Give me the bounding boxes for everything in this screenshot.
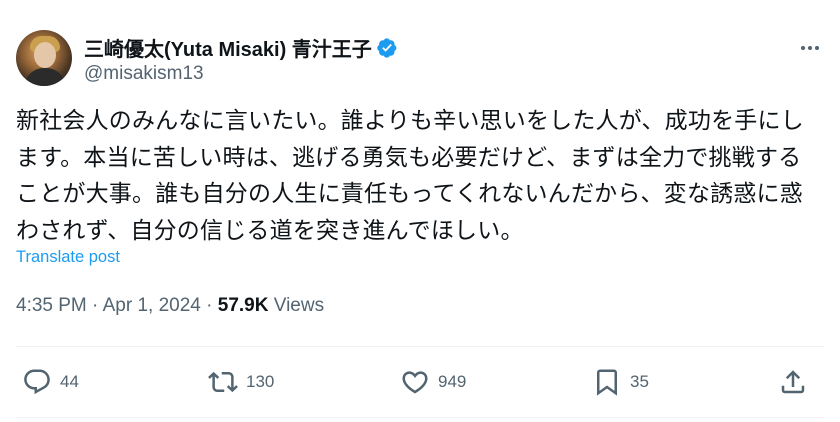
views-label: Views <box>273 295 325 316</box>
action-bar: 44 130 949 35 <box>16 362 824 402</box>
avatar-face <box>34 42 56 68</box>
like-button[interactable]: 949 <box>400 362 466 402</box>
repost-icon <box>208 371 238 393</box>
bookmark-count: 35 <box>630 372 649 391</box>
more-options-icon[interactable] <box>796 34 824 62</box>
divider-bottom <box>16 417 824 418</box>
avatar-body <box>24 68 66 86</box>
reply-button[interactable]: 44 <box>22 362 79 402</box>
tweet-text: 新社会人のみんなに言いたい。誰よりも辛い思いをした人が、成功を手にします。本当に… <box>16 107 804 243</box>
bookmark-button[interactable]: 35 <box>592 362 649 402</box>
reply-icon <box>24 369 50 395</box>
tweet-date[interactable]: Apr 1, 2024 <box>103 295 201 316</box>
tweet-time[interactable]: 4:35 PM <box>16 295 87 316</box>
repost-count: 130 <box>246 372 275 391</box>
tweet-card: 三崎優太(Yuta Misaki) 青汁王子 @misakism13 新社会人の… <box>0 0 840 422</box>
verified-badge-icon[interactable] <box>376 37 398 59</box>
like-count: 949 <box>438 372 467 391</box>
views-count[interactable]: 57.9K <box>218 295 269 316</box>
divider-top <box>16 346 824 347</box>
tweet-meta: 4:35 PM · Apr 1, 2024 · 57.9K Views <box>16 295 324 317</box>
heart-icon <box>402 371 428 394</box>
tweet-header: 三崎優太(Yuta Misaki) 青汁王子 @misakism13 <box>16 30 824 88</box>
author-handle[interactable]: @misakism13 <box>84 63 204 85</box>
display-name[interactable]: 三崎優太(Yuta Misaki) 青汁王子 <box>84 33 372 62</box>
share-button[interactable] <box>778 362 808 402</box>
bookmark-icon <box>597 369 617 396</box>
share-icon <box>781 370 805 394</box>
meta-separator-2: · <box>206 295 213 316</box>
name-row: 三崎優太(Yuta Misaki) 青汁王子 <box>84 33 398 62</box>
translate-post-link[interactable]: Translate post <box>16 248 120 267</box>
avatar[interactable] <box>16 30 72 86</box>
reply-count: 44 <box>60 372 79 391</box>
repost-button[interactable]: 130 <box>208 362 274 402</box>
meta-separator: · <box>92 295 99 316</box>
